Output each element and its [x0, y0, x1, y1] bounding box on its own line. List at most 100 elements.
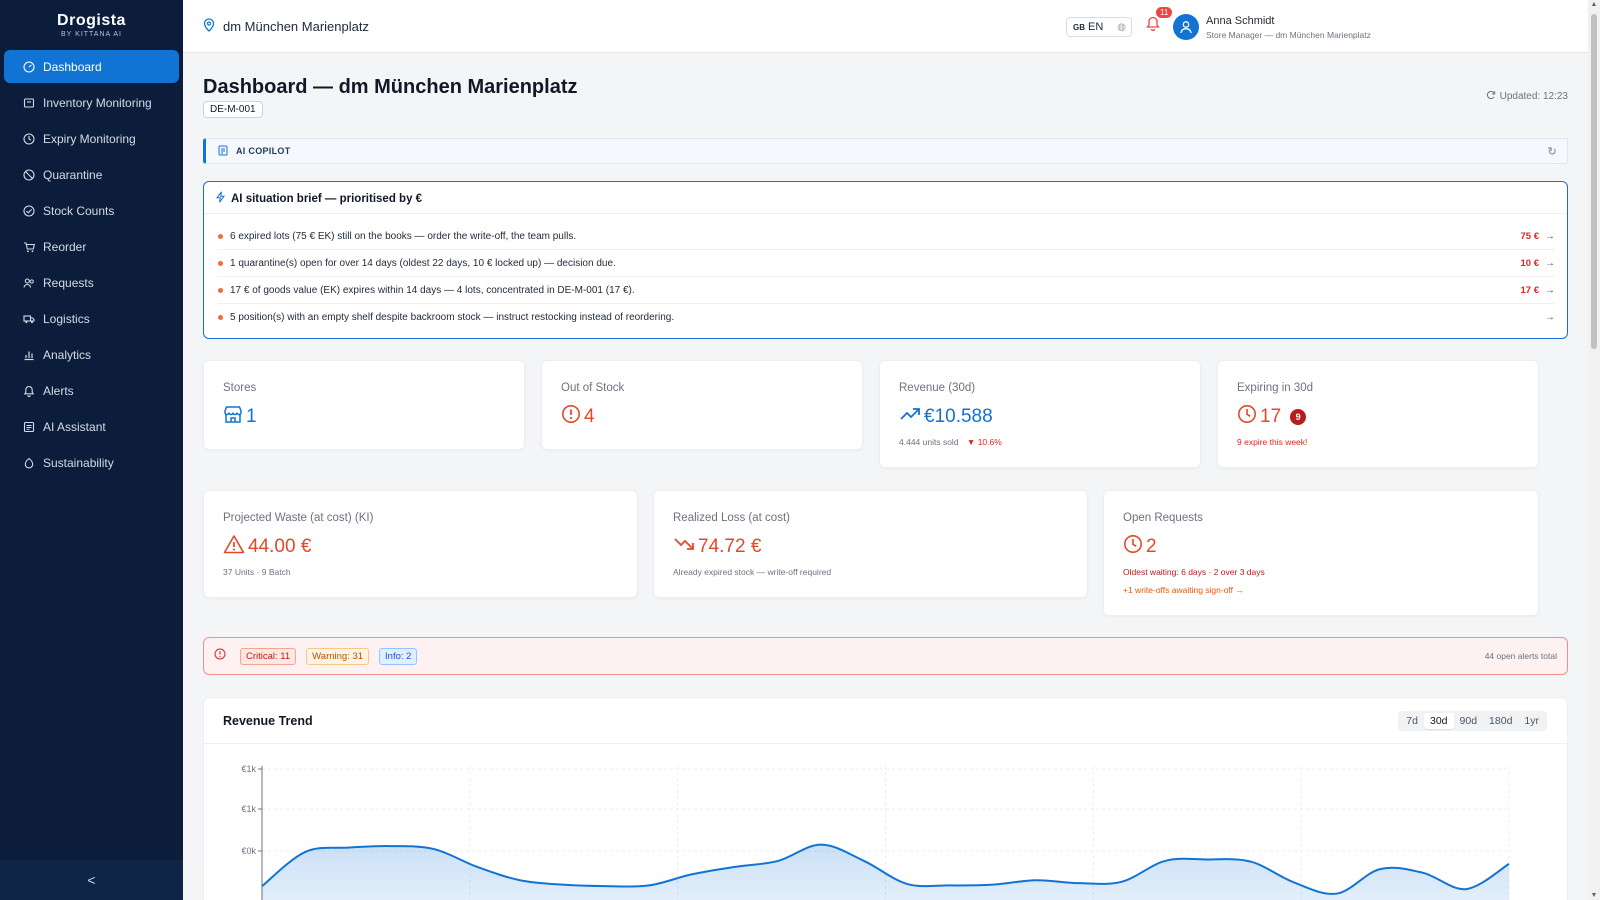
brief-item-text: 6 expired lots (75 € EK) still on the bo…: [230, 230, 577, 242]
range-30d[interactable]: 30d: [1423, 713, 1454, 729]
brand-name: Drogista: [57, 12, 126, 29]
ai-copilot-panel[interactable]: AI COPILOT ↻: [203, 138, 1568, 164]
notifications-button[interactable]: [1146, 16, 1166, 36]
open-requests-card[interactable]: Open Requests 2 Oldest waiting: 6 days ·…: [1103, 490, 1539, 616]
bullet-dot-icon: [218, 260, 223, 266]
sidebar-item-sustainability[interactable]: Sustainability: [4, 446, 179, 479]
requests-value-row: 2: [1123, 534, 1157, 560]
brief-item[interactable]: 1 quarantine(s) open for over 14 days (o…: [218, 250, 1555, 277]
revenue-point[interactable]: [256, 880, 268, 892]
expiring-card[interactable]: Expiring in 30d 17 9 9 expire this week!: [1217, 360, 1539, 468]
revenue-point[interactable]: [299, 846, 311, 858]
revenue-point[interactable]: [1503, 858, 1515, 870]
revenue-point[interactable]: [944, 879, 956, 891]
revenue-point[interactable]: [1288, 876, 1300, 888]
revenue-point[interactable]: [858, 855, 870, 867]
revenue-point[interactable]: [1374, 863, 1386, 875]
projected-waste-card[interactable]: Projected Waste (at cost) (KI) 44.00 € 3…: [203, 490, 638, 598]
revenue-point[interactable]: [1030, 874, 1042, 886]
trending-up-icon: [899, 404, 921, 430]
sidebar-item-quarantine[interactable]: Quarantine: [4, 158, 179, 191]
revenue-point[interactable]: [729, 861, 741, 873]
stores-value-row: 1: [223, 404, 257, 430]
last-updated[interactable]: Updated: 12:23: [1486, 90, 1568, 103]
sidebar-item-dashboard[interactable]: Dashboard: [4, 50, 179, 83]
range-90d[interactable]: 90d: [1454, 713, 1484, 729]
sidebar-item-requests[interactable]: Requests: [4, 266, 179, 299]
range-7d[interactable]: 7d: [1400, 713, 1424, 729]
info-alerts-chip[interactable]: Info: 2: [379, 647, 418, 665]
copilot-refresh-icon[interactable]: ↻: [1547, 145, 1557, 158]
range-180d[interactable]: 180d: [1483, 713, 1518, 729]
revenue-point[interactable]: [987, 879, 999, 891]
alerts-summary-bar[interactable]: Critical: 11 Warning: 31 Info: 2 44 open…: [203, 637, 1568, 675]
stores-card[interactable]: Stores 1: [203, 360, 525, 450]
sidebar-item-analytics[interactable]: Analytics: [4, 338, 179, 371]
revenue-point[interactable]: [514, 874, 526, 886]
store-selector[interactable]: dm München Marienplatz: [203, 17, 369, 35]
revenue-point[interactable]: [1073, 877, 1085, 889]
revenue-point[interactable]: [1202, 853, 1214, 865]
collapse-sidebar-button[interactable]: <: [0, 860, 183, 900]
page-scrollbar[interactable]: ▲ ▼: [1588, 0, 1600, 900]
globe-icon: ◍: [1117, 21, 1126, 33]
revenue-point[interactable]: [1417, 867, 1429, 879]
revenue-point[interactable]: [1159, 855, 1171, 867]
language-selector[interactable]: GB EN ◍: [1066, 17, 1132, 37]
user-info[interactable]: Anna Schmidt Store Manager — dm München …: [1206, 15, 1371, 40]
brand-subtitle: BY KITTANA AI: [61, 31, 122, 38]
revenue-point[interactable]: [471, 861, 483, 873]
sidebar-item-label: Expiry Monitoring: [43, 131, 136, 146]
sidebar-item-label: Stock Counts: [43, 203, 115, 218]
revenue-point[interactable]: [600, 880, 612, 892]
write-offs-link[interactable]: +1 write-offs awaiting sign-off →: [1123, 585, 1244, 595]
revenue-point[interactable]: [1116, 876, 1128, 888]
critical-alerts-chip[interactable]: Critical: 11: [240, 647, 297, 665]
out-of-stock-card[interactable]: Out of Stock 4: [541, 360, 863, 450]
brand-logo[interactable]: Drogista BY KITTANA AI: [0, 0, 183, 50]
revenue-point[interactable]: [1460, 883, 1472, 895]
sidebar-item-stock-counts[interactable]: Stock Counts: [4, 194, 179, 227]
user-avatar[interactable]: [1173, 14, 1199, 40]
revenue-point[interactable]: [901, 878, 913, 890]
range-1yr[interactable]: 1yr: [1518, 713, 1545, 729]
revenue-point[interactable]: [342, 842, 354, 854]
scroll-down-arrow-icon[interactable]: ▼: [1590, 892, 1598, 899]
notification-count-badge: 11: [1156, 7, 1173, 18]
brief-item[interactable]: 6 expired lots (75 € EK) still on the bo…: [218, 223, 1555, 250]
loss-value-row: 74.72 €: [673, 534, 761, 560]
requests-value: 2: [1146, 536, 1157, 557]
expiring-value-row: 17 9: [1237, 404, 1307, 430]
revenue-card[interactable]: Revenue (30d) €10.588 4.444 units sold ▼…: [879, 360, 1201, 468]
page-title: Dashboard — dm München Marienplatz: [203, 76, 578, 98]
scroll-thumb[interactable]: [1591, 14, 1597, 349]
sidebar-item-logistics[interactable]: Logistics: [4, 302, 179, 335]
revenue-point[interactable]: [772, 855, 784, 867]
sidebar-item-alerts[interactable]: Alerts: [4, 374, 179, 407]
sidebar-item-expiry-monitoring[interactable]: Expiry Monitoring: [4, 122, 179, 155]
brief-item[interactable]: 17 € of goods value (EK) expires within …: [218, 277, 1555, 304]
sidebar-item-inventory-monitoring[interactable]: Inventory Monitoring: [4, 86, 179, 119]
time-range-selector: 7d 30d 90d 180d 1yr: [1398, 711, 1547, 731]
sidebar-item-label: Analytics: [43, 347, 92, 362]
sidebar-item-ai-assistant[interactable]: AI Assistant: [4, 410, 179, 443]
scroll-up-arrow-icon[interactable]: ▲: [1590, 1, 1598, 8]
revenue-point[interactable]: [557, 879, 569, 891]
brief-item[interactable]: 5 position(s) with an empty shelf despit…: [218, 304, 1555, 331]
revenue-point[interactable]: [1245, 856, 1257, 868]
sidebar: Drogista BY KITTANA AI Dashboard Inventor…: [0, 0, 183, 900]
sidebar-item-reorder[interactable]: Reorder: [4, 230, 179, 263]
revenue-point[interactable]: [686, 868, 698, 880]
revenue-point[interactable]: [1331, 888, 1343, 900]
brief-title: AI situation brief — prioritised by €: [231, 192, 423, 205]
sidebar-item-label: AI Assistant: [43, 419, 106, 434]
brief-item-amount: 17 €: [1520, 284, 1540, 296]
revenue-point[interactable]: [815, 839, 827, 851]
realized-loss-card[interactable]: Realized Loss (at cost) 74.72 € Already …: [653, 490, 1088, 598]
revenue-point[interactable]: [385, 840, 397, 852]
expiring-sub: 9 expire this week!: [1237, 437, 1308, 447]
warning-alerts-chip[interactable]: Warning: 31: [306, 647, 370, 665]
alert-circle-icon: [561, 404, 581, 430]
revenue-point[interactable]: [643, 879, 655, 891]
revenue-point[interactable]: [428, 843, 440, 855]
